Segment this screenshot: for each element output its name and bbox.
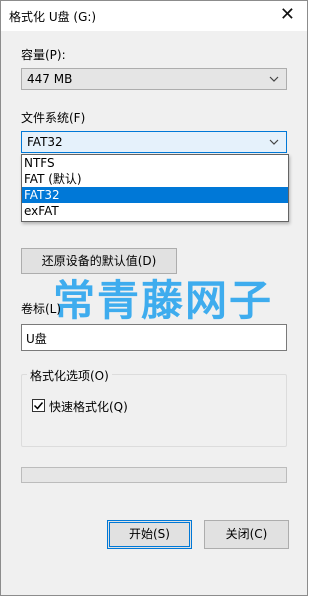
watermark: 常青藤网子: [53, 276, 274, 325]
chevron-down-icon: [269, 139, 279, 145]
filesystem-label: 文件系统(F): [21, 111, 86, 125]
close-button[interactable]: 关闭(C): [204, 520, 289, 549]
filesystem-select[interactable]: FAT32: [21, 131, 287, 153]
format-dialog: 格式化 U盘 (G:) ✕ 容量(P): 447 MB 文件系统(F) FAT3…: [0, 0, 308, 596]
chevron-down-icon: [269, 76, 279, 82]
quick-format-label[interactable]: 快速格式化(Q): [49, 398, 128, 415]
window-title: 格式化 U盘 (G:): [9, 10, 97, 24]
filesystem-option-exfat[interactable]: exFAT: [22, 203, 288, 219]
title-bar: 格式化 U盘 (G:) ✕: [1, 1, 307, 31]
filesystem-dropdown-list: NTFS FAT (默认) FAT32 exFAT: [21, 154, 289, 222]
start-button[interactable]: 开始(S): [107, 520, 192, 549]
capacity-label: 容量(P):: [21, 48, 66, 62]
filesystem-value: FAT32: [27, 135, 63, 149]
volume-label-input[interactable]: U盘: [21, 324, 287, 351]
capacity-value: 447 MB: [27, 72, 73, 86]
filesystem-option-ntfs[interactable]: NTFS: [22, 155, 288, 171]
quick-format-checkbox[interactable]: [32, 399, 45, 412]
format-options-legend: 格式化选项(O): [27, 367, 112, 384]
filesystem-option-fat[interactable]: FAT (默认): [22, 171, 288, 187]
volume-label: 卷标(L): [21, 302, 62, 316]
filesystem-option-fat32[interactable]: FAT32: [22, 187, 288, 203]
close-window-icon[interactable]: ✕: [280, 4, 295, 26]
checkmark-icon: [33, 402, 44, 410]
capacity-select[interactable]: 447 MB: [21, 68, 287, 90]
volume-label-value: U盘: [26, 332, 47, 346]
format-progress-bar: [21, 467, 287, 483]
